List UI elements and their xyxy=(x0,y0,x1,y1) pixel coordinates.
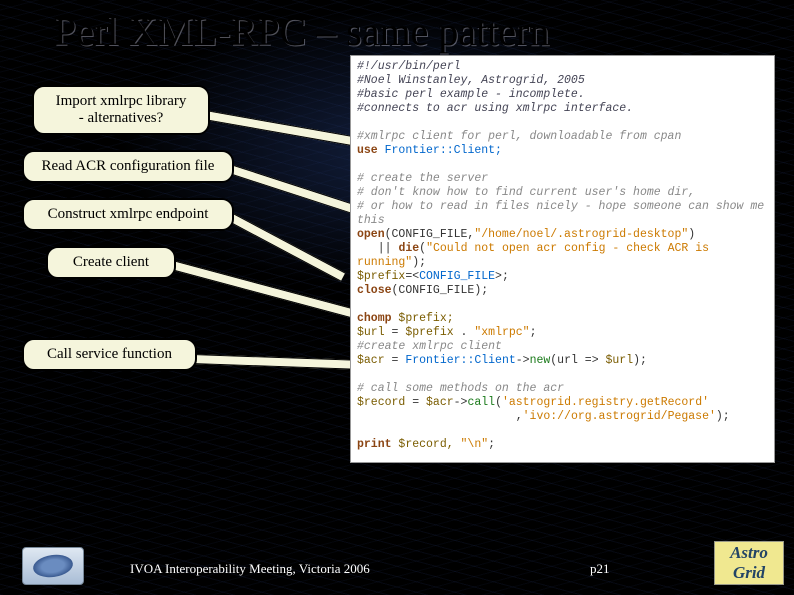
code-line: >; xyxy=(495,270,509,283)
code-line: $record, xyxy=(392,438,461,451)
code-line: # create the server xyxy=(357,172,488,185)
code-line: die xyxy=(398,242,419,255)
code-line: $url xyxy=(606,354,634,367)
code-line: (url => xyxy=(550,354,605,367)
code-panel: #!/usr/bin/perl #Noel Winstanley, Astrog… xyxy=(350,55,775,463)
logo-text: Astro xyxy=(730,543,768,562)
callout-create-client: Create client xyxy=(46,246,176,279)
code-line: #basic perl example - incomplete. xyxy=(357,88,585,101)
code-line: = xyxy=(385,354,406,367)
code-line: ( xyxy=(495,396,502,409)
footer-page: p21 xyxy=(590,561,610,577)
code-line: close xyxy=(357,284,392,297)
code-line: #connects to acr using xmlrpc interface. xyxy=(357,102,633,115)
footer-meeting: IVOA Interoperability Meeting, Victoria … xyxy=(130,561,370,577)
callout-call-service: Call service function xyxy=(22,338,197,371)
ivoa-logo xyxy=(22,547,84,585)
code-line: use xyxy=(357,144,378,157)
code-line: $prefix xyxy=(357,270,405,283)
code-line: "xmlrpc" xyxy=(474,326,529,339)
code-line: open xyxy=(357,228,385,241)
code-line: call xyxy=(467,396,495,409)
code-line: Frontier::Client; xyxy=(385,144,502,157)
code-line: #!/usr/bin/perl xyxy=(357,60,461,73)
callout-read-config: Read ACR configuration file xyxy=(22,150,234,183)
code-line: $prefix xyxy=(405,326,453,339)
callout-import-library: Import xmlrpc library - alternatives? xyxy=(32,85,210,135)
code-line: $prefix; xyxy=(392,312,454,325)
code-line: ); xyxy=(633,354,647,367)
code-line: CONFIG_FILE xyxy=(419,270,495,283)
code-line: , xyxy=(516,410,523,423)
connector xyxy=(204,110,358,147)
connector xyxy=(228,164,355,214)
astrogrid-logo: Astro Grid xyxy=(714,541,784,585)
code-line: print xyxy=(357,438,392,451)
code-line: ); xyxy=(716,410,730,423)
code-line: # or how to read in files nicely - hope … xyxy=(357,200,764,227)
code-line: "/home/noel/.astrogrid-desktop" xyxy=(474,228,688,241)
code-line: $url xyxy=(357,326,385,339)
code-line: 'ivo://org.astrogrid/Pegase' xyxy=(523,410,716,423)
logo-text: Grid xyxy=(733,563,765,582)
code-line: ) xyxy=(688,228,695,241)
code-line: = xyxy=(385,326,406,339)
code-line: (CONFIG_FILE, xyxy=(385,228,475,241)
code-line: -> xyxy=(516,354,530,367)
code-line: "\n" xyxy=(461,438,489,451)
code-line: . xyxy=(454,326,475,339)
code-line: ); xyxy=(412,256,426,269)
code-line: $acr xyxy=(357,354,385,367)
code-line: || xyxy=(378,242,399,255)
callout-construct-endpoint: Construct xmlrpc endpoint xyxy=(22,198,234,231)
code-line: #Noel Winstanley, Astrogrid, 2005 xyxy=(357,74,585,87)
code-line: #xmlrpc client for perl, downloadable fr… xyxy=(357,130,681,143)
code-line: #create xmlrpc client xyxy=(357,340,502,353)
code-line: -> xyxy=(454,396,468,409)
code-line: chomp xyxy=(357,312,392,325)
code-line: Frontier::Client xyxy=(405,354,515,367)
code-line: $record xyxy=(357,396,405,409)
connector xyxy=(192,354,357,370)
code-line: ; xyxy=(530,326,537,339)
code-line: 'astrogrid.registry.getRecord' xyxy=(502,396,709,409)
code-line: ; xyxy=(488,438,495,451)
code-line: $acr xyxy=(426,396,454,409)
slide-title: Perl XML-RPC – same pattern xyxy=(54,8,550,55)
connector xyxy=(228,213,346,282)
code-line: # call some methods on the acr xyxy=(357,382,564,395)
code-line: = xyxy=(405,396,426,409)
code-line: =< xyxy=(405,270,419,283)
code-line: (CONFIG_FILE); xyxy=(392,284,489,297)
code-line: # don't know how to find current user's … xyxy=(357,186,695,199)
code-line: new xyxy=(530,354,551,367)
